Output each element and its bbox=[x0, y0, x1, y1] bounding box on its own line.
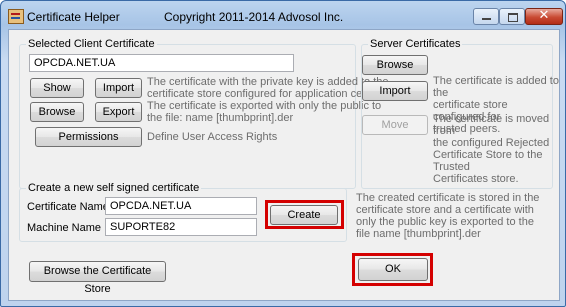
minimize-button[interactable] bbox=[473, 8, 499, 25]
export-description: The certificate is exported with only th… bbox=[147, 100, 382, 124]
create-group-label: Create a new self signed certificate bbox=[26, 182, 202, 194]
client-group-label: Selected Client Certificate bbox=[26, 38, 157, 50]
browse-certificate-store-button[interactable]: Browse the Certificate Store bbox=[29, 261, 166, 295]
create-description: The created certificate is stored in the… bbox=[356, 192, 540, 240]
certificate-app-icon bbox=[8, 9, 24, 24]
close-button[interactable]: ✕ bbox=[525, 8, 563, 25]
certificate-name-label: Certificate Name bbox=[27, 201, 109, 213]
server-group-label: Server Certificates bbox=[368, 38, 463, 50]
create-button[interactable]: Create bbox=[270, 205, 338, 225]
maximize-button[interactable] bbox=[499, 8, 525, 25]
machine-name-label: Machine Name bbox=[27, 222, 101, 234]
client-import-description: The certificate with the private key is … bbox=[147, 76, 389, 100]
show-button[interactable]: Show bbox=[30, 78, 84, 98]
server-browse-button[interactable]: Browse bbox=[362, 55, 428, 75]
dialog-client-area: Selected Client Certificate OPCDA.NET.UA… bbox=[8, 29, 560, 301]
certificate-helper-window: Certificate Helper Copyright 2011-2014 A… bbox=[0, 0, 566, 307]
export-button[interactable]: Export bbox=[95, 102, 142, 122]
permissions-description: Define User Access Rights bbox=[147, 131, 278, 143]
ok-button[interactable]: OK bbox=[358, 258, 428, 281]
title-bar[interactable]: Certificate Helper Copyright 2011-2014 A… bbox=[1, 1, 565, 29]
window-title: Certificate Helper bbox=[27, 10, 120, 24]
close-icon: ✕ bbox=[538, 8, 550, 23]
machine-name-field[interactable]: SUPORTE82 bbox=[105, 218, 257, 236]
permissions-button[interactable]: Permissions bbox=[35, 127, 142, 147]
move-button[interactable]: Move bbox=[362, 115, 428, 135]
copyright-text: Copyright 2011-2014 Advosol Inc. bbox=[164, 10, 344, 24]
client-browse-button[interactable]: Browse bbox=[30, 102, 84, 122]
move-description: The certificate is moved from the config… bbox=[433, 113, 550, 185]
selected-certificate-field[interactable]: OPCDA.NET.UA bbox=[29, 54, 294, 72]
certificate-name-field[interactable]: OPCDA.NET.UA bbox=[105, 197, 257, 215]
server-import-button[interactable]: Import bbox=[362, 81, 428, 101]
client-import-button[interactable]: Import bbox=[95, 78, 142, 98]
